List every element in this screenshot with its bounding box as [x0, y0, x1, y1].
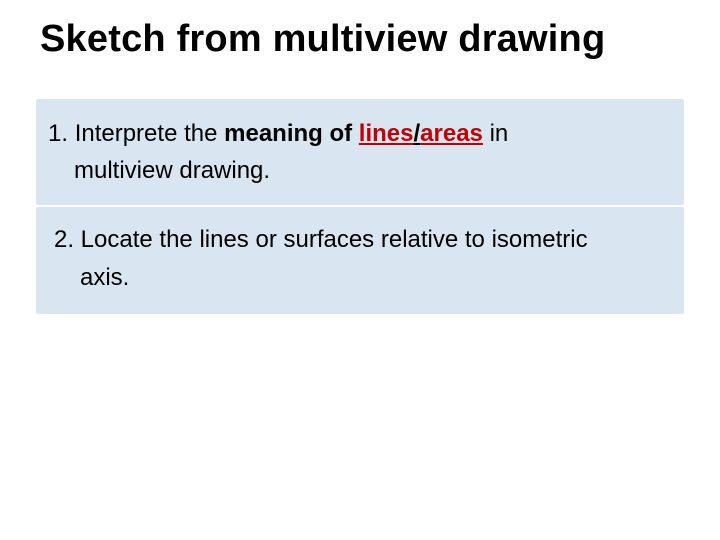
item1-line1: 1. Interprete the meaning of lines/areas…	[48, 115, 672, 152]
item1-lead: Interprete the	[75, 120, 224, 147]
item1-areas: areas	[420, 120, 483, 147]
slide-title: Sketch from multiview drawing	[40, 18, 692, 61]
list-item-2: 2. Locate the lines or surfaces relative…	[36, 207, 684, 313]
item1-line2: multiview drawing.	[48, 152, 672, 189]
item1-meaning: meaning of	[224, 120, 359, 147]
item2-line2: axis.	[54, 259, 672, 296]
item1-tail: in	[483, 120, 508, 147]
list-item-1: 1. Interprete the meaning of lines/areas…	[36, 99, 684, 205]
item2-line1: 2. Locate the lines or surfaces relative…	[54, 221, 672, 258]
content-area: 1. Interprete the meaning of lines/areas…	[28, 99, 692, 314]
item1-lines: lines	[359, 120, 414, 147]
slide: Sketch from multiview drawing 1. Interpr…	[0, 0, 720, 540]
item1-number: 1.	[48, 120, 75, 147]
